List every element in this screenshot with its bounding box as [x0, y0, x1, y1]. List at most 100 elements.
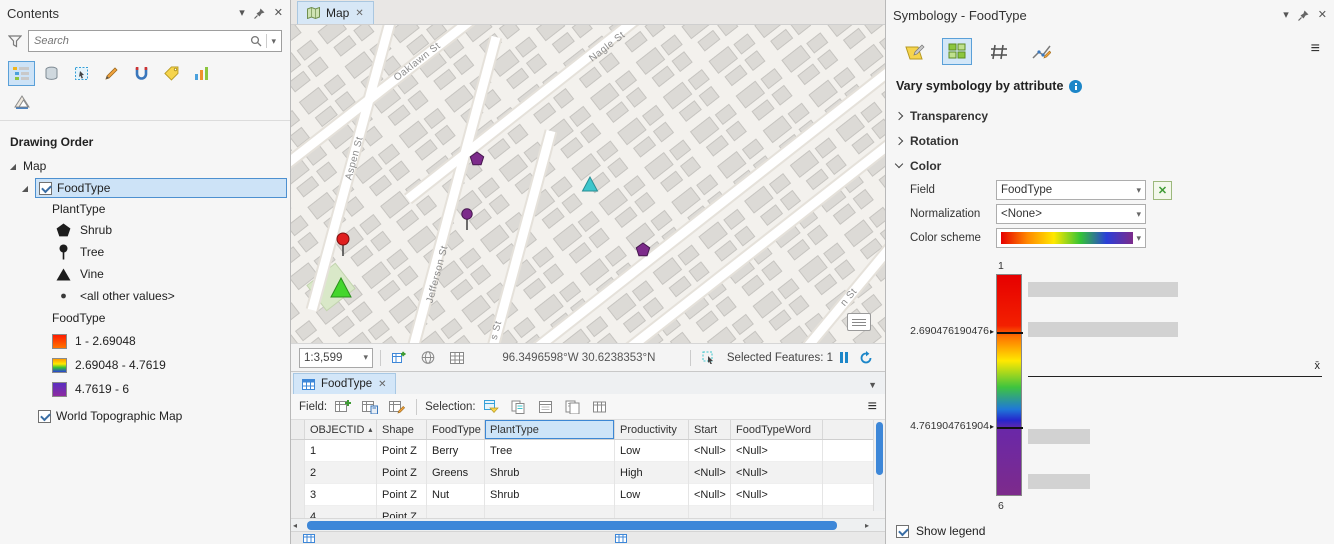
- list-by-charts-icon[interactable]: [188, 61, 215, 86]
- tree-item-map[interactable]: ◢ Map: [0, 155, 290, 177]
- table-cell[interactable]: <Null>: [689, 440, 731, 462]
- row-selector[interactable]: [291, 506, 305, 518]
- horizontal-scrollbar[interactable]: ◂ ▸: [291, 518, 885, 531]
- table-cell[interactable]: 3: [305, 484, 377, 506]
- symbol-layer-drawing-icon[interactable]: [984, 38, 1014, 65]
- class-break-label-1[interactable]: 2.690476190476 ▸: [886, 325, 994, 337]
- scale-select[interactable]: 1:3,599 ▾: [299, 347, 373, 368]
- vertical-scrollbar[interactable]: [873, 420, 885, 511]
- symbology-menu-icon[interactable]: ≡: [1311, 40, 1320, 58]
- table-cell[interactable]: <Null>: [689, 484, 731, 506]
- column-header-productivity[interactable]: Productivity: [615, 420, 689, 439]
- table-cell[interactable]: 1: [305, 440, 377, 462]
- pause-drawing-icon[interactable]: [840, 352, 848, 363]
- table-cell[interactable]: Shrub: [485, 484, 615, 506]
- select-by-attributes-icon[interactable]: [481, 397, 503, 417]
- scroll-right-icon[interactable]: ▸: [865, 521, 869, 530]
- table-cell[interactable]: Low: [615, 440, 689, 462]
- overflow-labels-icon[interactable]: [847, 313, 871, 331]
- search-icon[interactable]: [250, 35, 262, 47]
- add-bookmark-icon[interactable]: [388, 348, 410, 368]
- table-cell[interactable]: High: [615, 462, 689, 484]
- row-selector[interactable]: [291, 440, 305, 462]
- basemap-visibility-checkbox[interactable]: [38, 409, 51, 423]
- table-cell[interactable]: <Null>: [731, 462, 823, 484]
- table-cell[interactable]: [485, 506, 615, 518]
- section-rotation[interactable]: Rotation: [886, 128, 1334, 153]
- table-cell[interactable]: <Null>: [731, 440, 823, 462]
- switch-selection-icon[interactable]: [508, 397, 530, 417]
- scrollbar-thumb[interactable]: [876, 422, 883, 475]
- table-row[interactable]: 4 Point Z: [291, 506, 885, 518]
- legend-item-shrub[interactable]: Shrub: [0, 219, 290, 241]
- info-icon[interactable]: [1069, 79, 1083, 93]
- list-by-selection-icon[interactable]: [68, 61, 95, 86]
- column-header-foodtype[interactable]: FoodType: [427, 420, 485, 439]
- class-break-line[interactable]: [997, 332, 1023, 334]
- field-dropdown[interactable]: FoodType ▾: [996, 180, 1146, 200]
- list-by-perspective-icon[interactable]: [8, 89, 35, 114]
- tree-item-foodtype-layer[interactable]: ◢ FoodType: [0, 177, 290, 199]
- color-scheme-dropdown[interactable]: ▾: [996, 228, 1146, 248]
- table-cell[interactable]: Nut: [427, 484, 485, 506]
- pin-icon[interactable]: [253, 8, 265, 19]
- table-row[interactable]: 1 Point Z Berry Tree Low <Null> <Null>: [291, 440, 885, 462]
- table-cell[interactable]: Berry: [427, 440, 485, 462]
- row-selector[interactable]: [291, 484, 305, 506]
- table-cell[interactable]: [689, 506, 731, 518]
- tab-list-icon[interactable]: ▼: [868, 380, 877, 390]
- close-tab-icon[interactable]: ✕: [378, 379, 386, 390]
- legend-class-2[interactable]: 2.69048 - 4.7619: [0, 353, 290, 377]
- docked-table-icon[interactable]: [303, 534, 315, 543]
- normalization-dropdown[interactable]: <None> ▾: [996, 204, 1146, 224]
- table-cell[interactable]: [615, 506, 689, 518]
- list-by-labeling-icon[interactable]: [158, 61, 185, 86]
- table-row[interactable]: 3 Point Z Nut Shrub Low <Null> <Null>: [291, 484, 885, 506]
- filter-icon[interactable]: [8, 34, 22, 48]
- show-legend-row[interactable]: Show legend: [886, 524, 1334, 538]
- open-table-grid-icon[interactable]: [446, 348, 468, 368]
- show-legend-checkbox[interactable]: [896, 524, 909, 538]
- layer-visibility-checkbox[interactable]: [39, 181, 52, 195]
- column-header-planttype[interactable]: PlantType: [485, 420, 615, 439]
- table-cell[interactable]: Shrub: [485, 462, 615, 484]
- color-ramp[interactable]: [996, 274, 1023, 496]
- column-header-shape[interactable]: Shape: [377, 420, 427, 439]
- table-cell[interactable]: 2: [305, 462, 377, 484]
- table-cell[interactable]: [731, 506, 823, 518]
- legend-class-1[interactable]: 1 - 2.69048: [0, 329, 290, 353]
- spatial-grid-icon[interactable]: [417, 348, 439, 368]
- table-cell[interactable]: Point Z: [377, 462, 427, 484]
- tree-item-basemap[interactable]: World Topographic Map: [0, 405, 290, 427]
- table-cell[interactable]: Point Z: [377, 440, 427, 462]
- row-selector[interactable]: [291, 462, 305, 484]
- refresh-icon[interactable]: [855, 348, 877, 368]
- column-header-objectid[interactable]: OBJECTID ▴: [305, 420, 377, 439]
- legend-item-tree[interactable]: Tree: [0, 241, 290, 263]
- search-options-icon[interactable]: ▾: [271, 36, 276, 46]
- scroll-left-icon[interactable]: ◂: [293, 521, 297, 530]
- table-cell[interactable]: 4: [305, 506, 377, 518]
- legend-class-3[interactable]: 4.7619 - 6: [0, 377, 290, 401]
- docked-table-icon[interactable]: [615, 534, 627, 543]
- list-by-editing-icon[interactable]: [98, 61, 125, 86]
- vary-symbology-by-attribute-icon[interactable]: [942, 38, 972, 65]
- table-cell[interactable]: Point Z: [377, 484, 427, 506]
- table-cell[interactable]: Point Z: [377, 506, 427, 518]
- table-cell[interactable]: <Null>: [731, 484, 823, 506]
- table-cell[interactable]: [427, 506, 485, 518]
- legend-item-vine[interactable]: Vine: [0, 263, 290, 285]
- select-all-header[interactable]: [291, 420, 305, 439]
- expander-icon[interactable]: ◢: [8, 162, 18, 171]
- clear-selection-icon[interactable]: [535, 397, 557, 417]
- primary-symbology-icon[interactable]: [900, 38, 930, 65]
- map-view[interactable]: Oaklawn St Nagle St Aspen St Jefferson S…: [291, 25, 885, 343]
- table-cell[interactable]: Greens: [427, 462, 485, 484]
- fields-view-icon[interactable]: [386, 397, 408, 417]
- map-canvas[interactable]: Oaklawn St Nagle St Aspen St Jefferson S…: [291, 25, 885, 343]
- table-cell[interactable]: <Null>: [689, 462, 731, 484]
- close-icon[interactable]: ✕: [274, 7, 283, 19]
- foodtype-layer-selected-row[interactable]: FoodType: [35, 178, 287, 198]
- delete-selection-icon[interactable]: [589, 397, 611, 417]
- legend-item-all-other-values[interactable]: <all other values>: [0, 285, 290, 307]
